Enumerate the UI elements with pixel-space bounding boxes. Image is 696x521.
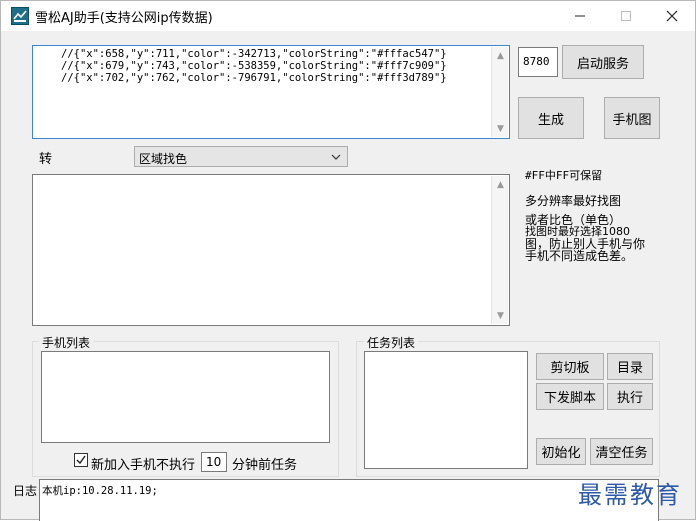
clipboard-button[interactable]: 剪切板 — [536, 353, 604, 380]
code-line: //{"x":702,"y":762,"color":-796791,"colo… — [61, 72, 447, 84]
maximize-button[interactable] — [603, 1, 649, 31]
convert-textarea[interactable]: ▲ ▼ — [32, 174, 510, 326]
mode-select[interactable]: 区域找色 — [134, 146, 348, 167]
maximize-icon — [621, 11, 631, 21]
dispatch-script-button[interactable]: 下发脚本 — [536, 383, 604, 410]
generate-button[interactable]: 生成 — [518, 97, 584, 139]
minimize-icon — [575, 15, 585, 17]
new-phone-checkbox[interactable] — [74, 453, 90, 469]
app-icon — [11, 7, 29, 25]
new-phone-checkbox-label: 新加入手机不执行 — [91, 458, 196, 473]
phone-image-button[interactable]: 手机图 — [604, 97, 660, 139]
minutes-suffix-label: 分钟前任务 — [232, 458, 298, 473]
hint-line-6: 手机不同造成色差。 — [525, 249, 634, 263]
app-window: 雪松AJ助手(支持公网ip传数据) //{"x":658,"y":711,"co… — [0, 0, 696, 521]
start-service-button[interactable]: 启动服务 — [562, 45, 644, 79]
code-lines: //{"x":658,"y":711,"color":-342713,"colo… — [61, 48, 447, 84]
code-scrollbar[interactable]: ▲ ▼ — [491, 47, 508, 137]
chevron-down-icon — [331, 154, 341, 160]
code-line: //{"x":658,"y":711,"color":-342713,"colo… — [61, 48, 447, 60]
close-icon — [666, 10, 678, 22]
scroll-down-icon[interactable]: ▼ — [492, 307, 509, 324]
mode-select-value: 区域找色 — [139, 152, 188, 166]
window-title: 雪松AJ助手(支持公网ip传数据) — [35, 11, 213, 26]
execute-button[interactable]: 执行 — [607, 383, 653, 410]
phone-list-title: 手机列表 — [39, 334, 94, 351]
port-input[interactable]: 8780 — [518, 47, 558, 77]
scroll-down-icon[interactable]: ▼ — [492, 120, 509, 137]
log-textarea[interactable]: 本机ip:10.28.11.19; — [39, 479, 659, 521]
close-button[interactable] — [649, 1, 695, 31]
task-list-title: 任务列表 — [364, 334, 419, 351]
task-list-box[interactable] — [364, 351, 528, 469]
minutes-input[interactable]: 10 — [201, 452, 227, 472]
scroll-up-icon[interactable]: ▲ — [492, 47, 509, 64]
phone-list-box[interactable] — [41, 351, 330, 443]
directory-button[interactable]: 目录 — [607, 353, 653, 380]
code-output-textarea[interactable]: //{"x":658,"y":711,"color":-342713,"colo… — [32, 45, 510, 139]
hint-line-1: #FF中FF可保留 — [525, 169, 603, 182]
scroll-up-icon[interactable]: ▲ — [492, 176, 509, 193]
log-text: 本机ip:10.28.11.19; — [42, 485, 158, 497]
initialize-button[interactable]: 初始化 — [536, 438, 586, 465]
watermark: 最需教育 — [578, 481, 682, 509]
minimize-button[interactable] — [557, 1, 603, 31]
convert-scrollbar[interactable]: ▲ ▼ — [491, 176, 508, 324]
hint-paragraph: 或者比色（单色） 找图时最好选择1080 图，防止别人手机与你 手机不同造成色差… — [525, 214, 685, 262]
code-line: //{"x":679,"y":743,"color":-538359,"colo… — [61, 60, 447, 72]
clear-tasks-button[interactable]: 清空任务 — [590, 438, 653, 465]
checkbox-checked-icon — [74, 453, 88, 467]
convert-label: 转 — [39, 152, 53, 167]
log-label: 日志 — [13, 484, 38, 498]
title-bar: 雪松AJ助手(支持公网ip传数据) — [1, 1, 695, 31]
hint-line-2: 多分辨率最好找图 — [525, 194, 622, 208]
